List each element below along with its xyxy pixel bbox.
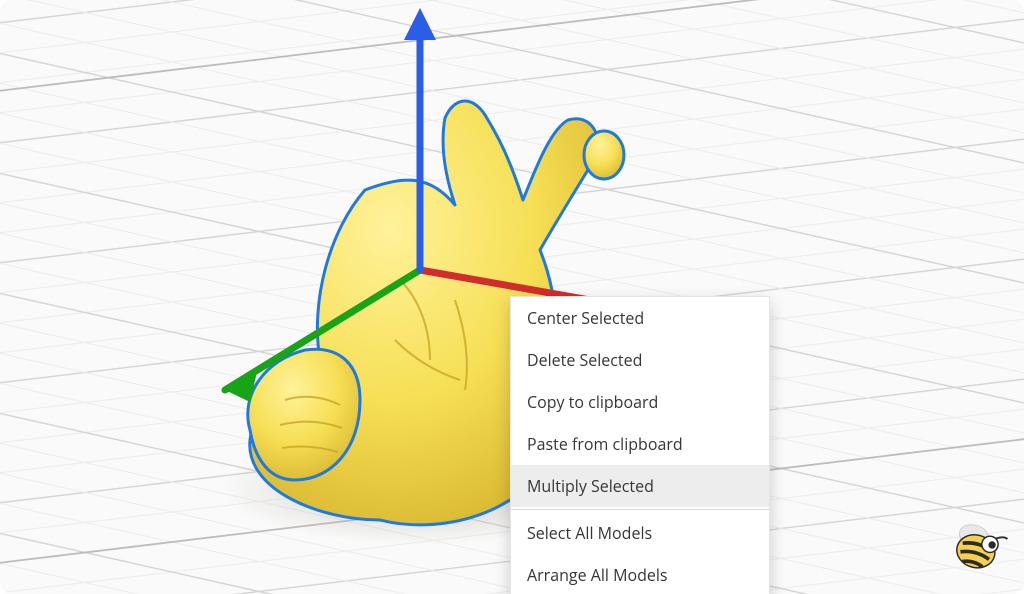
context-menu-separator — [511, 509, 769, 510]
context-menu-item-copy-to-clipboard[interactable]: Copy to clipboard — [511, 381, 769, 423]
context-menu-item-center-selected[interactable]: Center Selected — [511, 297, 769, 339]
context-menu-item-arrange-all-models[interactable]: Arrange All Models — [511, 554, 769, 594]
viewport-3d[interactable]: Center SelectedDelete SelectedCopy to cl… — [0, 0, 1024, 594]
brand-bee-icon — [940, 510, 1014, 584]
context-menu[interactable]: Center SelectedDelete SelectedCopy to cl… — [510, 296, 770, 594]
context-menu-item-select-all-models[interactable]: Select All Models — [511, 512, 769, 554]
context-menu-item-multiply-selected[interactable]: Multiply Selected — [511, 465, 769, 507]
context-menu-item-delete-selected[interactable]: Delete Selected — [511, 339, 769, 381]
context-menu-item-paste-from-clipboard[interactable]: Paste from clipboard — [511, 423, 769, 465]
